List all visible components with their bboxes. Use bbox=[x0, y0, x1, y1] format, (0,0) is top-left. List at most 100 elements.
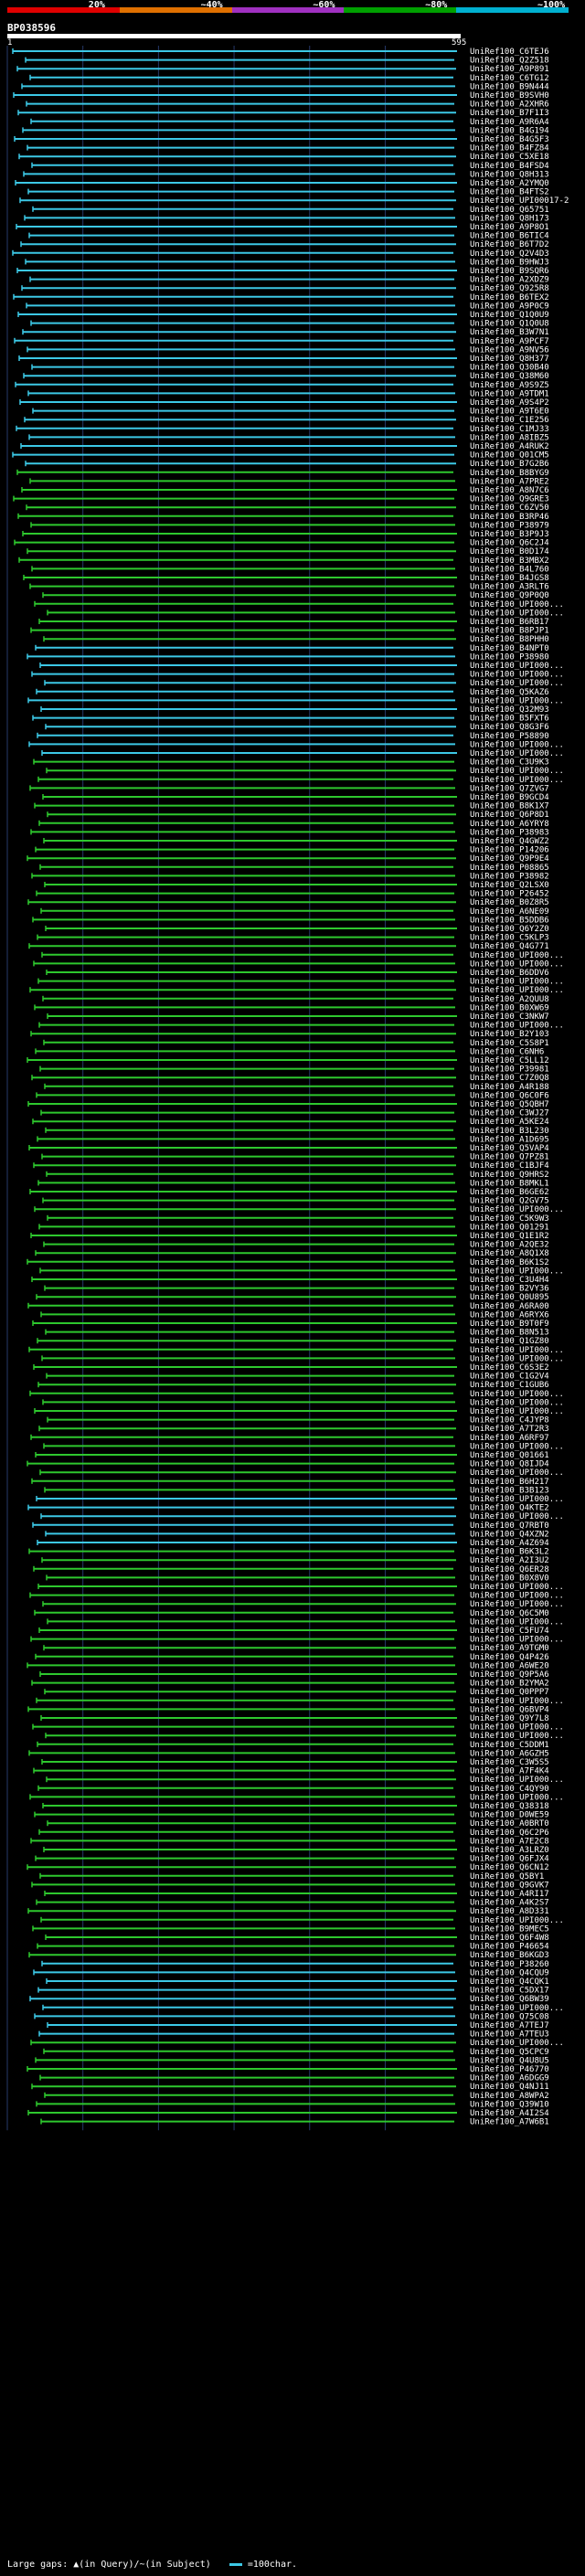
subject-label: UniRef100_A9NV56 bbox=[470, 345, 549, 355]
subject-label: UniRef100_B4NPT0 bbox=[470, 644, 549, 653]
subject-label: UniRef100_B3P9J3 bbox=[470, 530, 549, 539]
subject-label: UniRef100_Q01661 bbox=[470, 1451, 549, 1460]
subject-label: UniRef100_Q4G771 bbox=[470, 942, 549, 951]
subject-label: UniRef100_A8Q1X8 bbox=[470, 1249, 549, 1258]
subject-label: UniRef100_Q5QBH7 bbox=[470, 1100, 549, 1109]
subject-label: UniRef100_UPI000... bbox=[470, 1354, 564, 1363]
subject-label: UniRef100_P39981 bbox=[470, 1065, 549, 1075]
subject-label: UniRef100_Q4CQU9 bbox=[470, 1968, 549, 1977]
subject-label: UniRef100_Q0U895 bbox=[470, 1293, 549, 1302]
subject-label: UniRef100_UPI000... bbox=[470, 740, 564, 749]
subject-label: UniRef100_A9P8O1 bbox=[470, 223, 549, 232]
subject-label: UniRef100_C5K9W3 bbox=[470, 1214, 549, 1224]
subject-label: UniRef100_A9TGM0 bbox=[470, 1644, 549, 1653]
subject-label: UniRef100_B6H217 bbox=[470, 1478, 549, 1487]
subject-label: UniRef100_A2QE32 bbox=[470, 1241, 549, 1250]
subject-label: UniRef100_A0BRT0 bbox=[470, 1819, 549, 1829]
subject-label: UniRef100_B9GCD4 bbox=[470, 793, 549, 802]
subject-label: UniRef100_A7T2R3 bbox=[470, 1425, 549, 1434]
subject-label: UniRef100_Q38318 bbox=[470, 1802, 549, 1811]
subject-label: UniRef100_C3WJ27 bbox=[470, 1109, 549, 1118]
subject-label: UniRef100_B8K1X7 bbox=[470, 802, 549, 811]
subject-label: UniRef100_Q6FJX4 bbox=[470, 1855, 549, 1864]
subject-label: UniRef100_B0X8V0 bbox=[470, 1574, 549, 1583]
subject-label: UniRef100_UPI000... bbox=[470, 1468, 564, 1478]
subject-label: UniRef100_C5KLP3 bbox=[470, 934, 549, 943]
subject-label: UniRef100_B6TIC4 bbox=[470, 232, 549, 241]
subject-label: UniRef100_A7W6B1 bbox=[470, 2118, 549, 2127]
subject-label: UniRef100_Q6ER28 bbox=[470, 1565, 549, 1574]
subject-label: UniRef100_UPI000... bbox=[470, 1205, 564, 1214]
subject-label: UniRef100_UPI000... bbox=[470, 1583, 564, 1592]
subject-label: UniRef100_A8WPA2 bbox=[470, 2092, 549, 2101]
subject-label: UniRef100_Q30B40 bbox=[470, 364, 549, 373]
legend-swatch bbox=[229, 2562, 242, 2566]
large-gaps-note: Large gaps: ▲(in Query)/~(in Subject) bbox=[7, 2560, 211, 2570]
subject-label: UniRef100_B6T7D2 bbox=[470, 240, 549, 249]
subject-label: UniRef100_Q75C08 bbox=[470, 2012, 549, 2021]
footer: Large gaps: ▲(in Query)/~(in Subject) =1… bbox=[7, 2560, 297, 2570]
subject-label: UniRef100_B8N513 bbox=[470, 1329, 549, 1338]
subject-label: UniRef100_Q925R8 bbox=[470, 284, 549, 293]
subject-label: UniRef100_A9PCF7 bbox=[470, 337, 549, 346]
subject-label: UniRef100_B7G2B6 bbox=[470, 460, 549, 469]
subject-label: UniRef100_A2I3U2 bbox=[470, 1556, 549, 1565]
subject-label: UniRef100_UPI000... bbox=[470, 1390, 564, 1399]
subject-label: UniRef100_A4K2S7 bbox=[470, 1899, 549, 1908]
subject-label: UniRef100_Q6C2P6 bbox=[470, 1829, 549, 1838]
subject-label: UniRef100_A8IBZ5 bbox=[470, 433, 549, 442]
subject-label: UniRef100_B5DDB6 bbox=[470, 916, 549, 925]
subject-label: UniRef100_A6DGG9 bbox=[470, 2074, 549, 2083]
subject-label: UniRef100_A8D331 bbox=[470, 1907, 549, 1916]
subject-label: UniRef100_B8PJP1 bbox=[470, 627, 549, 636]
subject-label: UniRef100_D0WE59 bbox=[470, 1811, 549, 1820]
subject-label: UniRef100_UPI00017-2 bbox=[470, 196, 569, 206]
subject-label: UniRef100_C3U4H4 bbox=[470, 1276, 549, 1285]
subject-label: UniRef100_UPI000... bbox=[470, 1636, 564, 1645]
subject-label: UniRef100_B6RB17 bbox=[470, 618, 549, 627]
subject-label: UniRef100_B6K3L2 bbox=[470, 1548, 549, 1557]
subject-label: UniRef100_UPI000... bbox=[470, 749, 564, 758]
subject-label: UniRef100_UPI000... bbox=[470, 1267, 564, 1276]
subject-label: UniRef100_Q38M60 bbox=[470, 372, 549, 381]
subject-label: UniRef100_UPI000... bbox=[470, 951, 564, 960]
subject-label: UniRef100_UPI000... bbox=[470, 1697, 564, 1706]
subject-label: UniRef100_UPI000... bbox=[470, 662, 564, 671]
subject-label: UniRef100_UPI000... bbox=[470, 959, 564, 969]
subject-label: UniRef100_Q7ZVG7 bbox=[470, 784, 549, 793]
subject-label: UniRef100_Q6Y2Z0 bbox=[470, 925, 549, 934]
subject-label: UniRef100_A3LRZ0 bbox=[470, 1846, 549, 1855]
subject-label: UniRef100_B9HWJ3 bbox=[470, 258, 549, 267]
subject-label: UniRef100_A4RUK2 bbox=[470, 442, 549, 451]
subject-label: UniRef100_A4R188 bbox=[470, 1083, 549, 1092]
subject-label: UniRef100_C4QY90 bbox=[470, 1785, 549, 1794]
subject-label: UniRef100_Q9P0Q0 bbox=[470, 591, 549, 600]
subject-label: UniRef100_A6RA00 bbox=[470, 1302, 549, 1311]
subject-label: UniRef100_P46654 bbox=[470, 1943, 549, 1952]
subject-label: UniRef100_UPI000... bbox=[470, 1495, 564, 1504]
subject-label: UniRef100_UPI000... bbox=[470, 1617, 564, 1627]
subject-label: UniRef100_Q65751 bbox=[470, 206, 549, 215]
subject-label: UniRef100_Q8H173 bbox=[470, 214, 549, 223]
subject-label: UniRef100_A7TEU3 bbox=[470, 2030, 549, 2040]
subject-label: UniRef100_P38982 bbox=[470, 872, 549, 881]
subject-label: UniRef100_C5DX17 bbox=[470, 1987, 549, 1996]
subject-label: UniRef100_Q6BW39 bbox=[470, 1995, 549, 2004]
subject-label: UniRef100_C1GUB6 bbox=[470, 1381, 549, 1390]
subject-label: UniRef100_C3W5S5 bbox=[470, 1758, 549, 1767]
subject-label: UniRef100_A4Z694 bbox=[470, 1539, 549, 1548]
subject-label: UniRef100_B3MBX2 bbox=[470, 557, 549, 566]
subject-label: UniRef100_Q9GVK7 bbox=[470, 1881, 549, 1890]
subject-label: UniRef100_Q8H313 bbox=[470, 170, 549, 179]
subject-label: UniRef100_A9TDM1 bbox=[470, 389, 549, 398]
subject-label: UniRef100_C6S3E2 bbox=[470, 1363, 549, 1373]
subject-label: UniRef100_A9P0C9 bbox=[470, 302, 549, 311]
subject-label: UniRef100_UPI000... bbox=[470, 1592, 564, 1601]
subject-label: UniRef100_Q2GV75 bbox=[470, 1197, 549, 1206]
subject-label: UniRef100_Q6CN12 bbox=[470, 1863, 549, 1872]
subject-label: UniRef100_Q4GWZ2 bbox=[470, 837, 549, 846]
subject-label: UniRef100_P58890 bbox=[470, 732, 549, 741]
subject-label: UniRef100_C1MJ33 bbox=[470, 425, 549, 434]
subject-label: UniRef100_B8MKL1 bbox=[470, 1179, 549, 1188]
subject-label: UniRef100_B2Y103 bbox=[470, 1030, 549, 1039]
